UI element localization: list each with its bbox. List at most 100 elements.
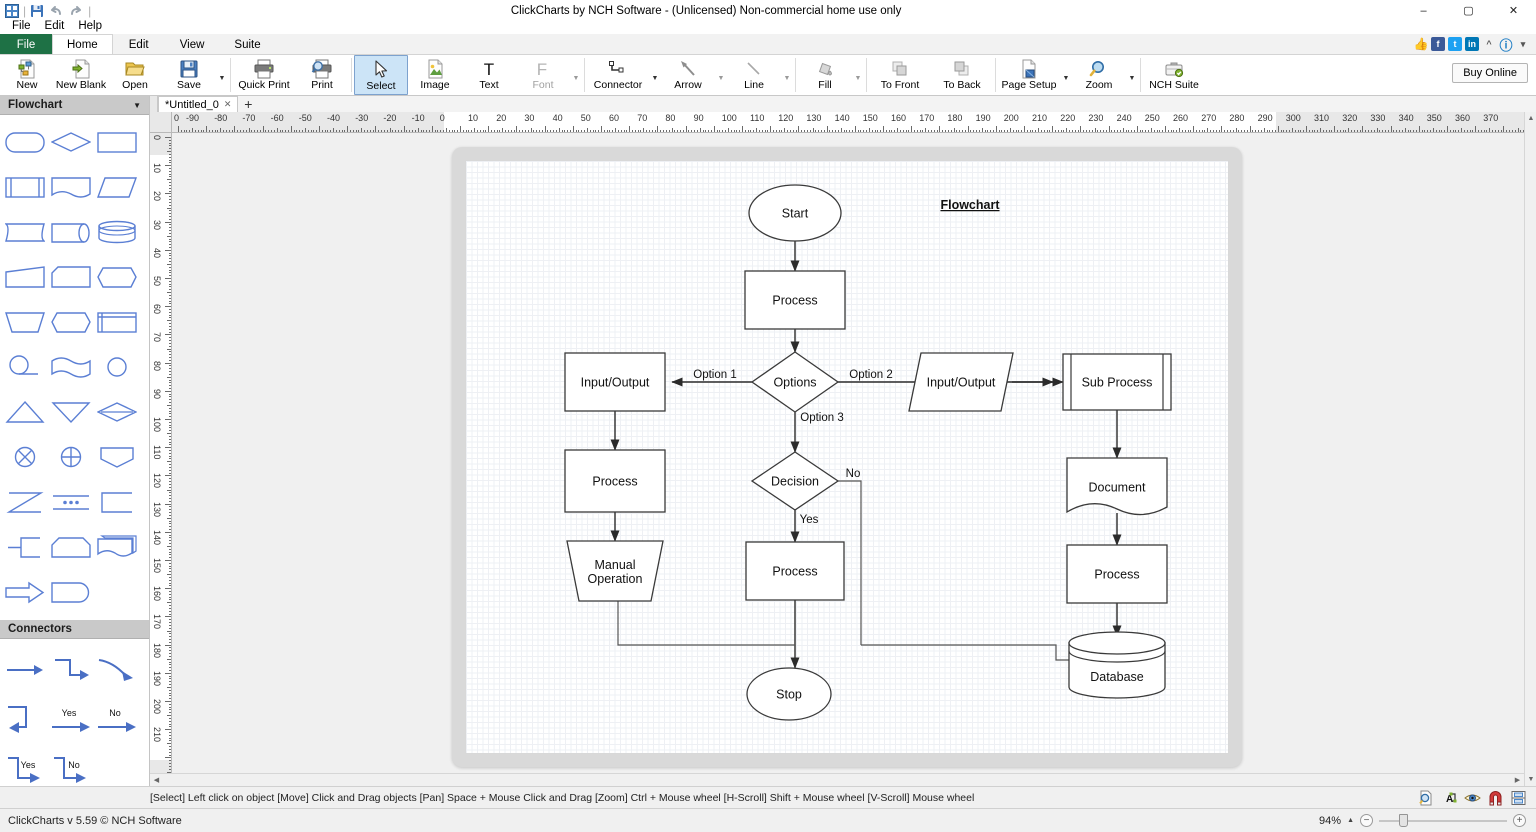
shape-internal-storage[interactable] xyxy=(94,299,140,344)
tool-arrow[interactable]: Arrow xyxy=(661,55,715,95)
connector-curved-arrow[interactable] xyxy=(94,645,140,695)
flowchart-diagram[interactable]: Start Process Options Input/Output Input/Out… xyxy=(172,133,1524,773)
shape-predefined-process[interactable] xyxy=(2,164,48,209)
vertical-scrollbar[interactable]: ▲ ▼ xyxy=(1524,112,1536,786)
tool-page-setup[interactable]: Page Setup xyxy=(998,55,1060,95)
tab-suite[interactable]: Suite xyxy=(219,34,275,54)
connector-no-arrow[interactable]: No xyxy=(94,695,140,745)
shape-terminal[interactable] xyxy=(48,524,94,569)
tool-quick-print[interactable]: Quick Print xyxy=(233,55,295,95)
shape-rounded-rectangle[interactable] xyxy=(2,119,48,164)
close-icon[interactable]: ✕ xyxy=(224,99,232,110)
tool-open[interactable]: Open xyxy=(108,55,162,95)
scroll-left-icon[interactable]: ◀ xyxy=(150,774,163,787)
shape-manual-input-circle[interactable] xyxy=(2,344,48,389)
chevron-down-icon[interactable]: ▼ xyxy=(133,101,141,110)
horizontal-ruler[interactable]: 0 -90 -80 -70 -60 -50 -40 -30 -20 -10 0 10 20 30 40 50 6… xyxy=(172,112,1524,133)
buy-online-button[interactable]: Buy Online xyxy=(1452,63,1528,83)
tool-new-blank[interactable]: New Blank xyxy=(54,55,108,95)
tool-line[interactable]: Line xyxy=(727,55,781,95)
shape-circle-x[interactable] xyxy=(2,434,48,479)
document-tab-untitled-0[interactable]: *Untitled_0 ✕ xyxy=(158,96,239,112)
font-dropdown-arrow[interactable]: ▼ xyxy=(570,55,582,95)
shape-hexagon[interactable] xyxy=(94,254,140,299)
facebook-icon[interactable]: f xyxy=(1431,37,1445,51)
connector-elbow-down-arrow[interactable] xyxy=(48,645,94,695)
show-hide-eye-icon[interactable] xyxy=(1462,789,1482,807)
zoom-page-icon[interactable] xyxy=(1416,789,1436,807)
shape-tape[interactable] xyxy=(2,209,48,254)
linkedin-icon[interactable]: in xyxy=(1465,37,1479,51)
help-icon[interactable]: ⓘ xyxy=(1499,37,1513,53)
canvas-area[interactable]: Start Process Options Input/Output Input/Out… xyxy=(172,133,1524,773)
tab-view[interactable]: View xyxy=(165,34,220,54)
tool-fill[interactable]: Fill xyxy=(798,55,852,95)
connector-no-elbow[interactable]: No xyxy=(48,745,94,786)
tool-to-front[interactable]: To Front xyxy=(869,55,931,95)
menu-file[interactable]: File xyxy=(5,19,38,33)
zoom-slider[interactable] xyxy=(1379,814,1507,827)
menu-edit[interactable]: Edit xyxy=(38,19,72,33)
shape-dots[interactable] xyxy=(48,479,94,524)
shape-pentagon-down[interactable] xyxy=(94,434,140,479)
scroll-down-icon[interactable]: ▼ xyxy=(1525,773,1536,786)
shape-triangle-up[interactable] xyxy=(2,389,48,434)
snap-object-icon[interactable]: A xyxy=(1439,789,1459,807)
shape-circle-plus[interactable] xyxy=(48,434,94,479)
shape-preparation[interactable] xyxy=(48,299,94,344)
zoom-caret-icon[interactable]: ▲ xyxy=(1347,817,1354,824)
shape-database[interactable] xyxy=(94,209,140,254)
zoom-slider-thumb[interactable] xyxy=(1399,814,1408,827)
shape-wave[interactable] xyxy=(48,344,94,389)
scroll-right-icon[interactable]: ▶ xyxy=(1511,774,1524,787)
zoom-out-button[interactable]: − xyxy=(1360,814,1373,827)
tool-image[interactable]: Image xyxy=(408,55,462,95)
shape-multi-document[interactable] xyxy=(94,524,140,569)
shape-circle[interactable] xyxy=(94,344,140,389)
tool-zoom[interactable]: Zoom xyxy=(1072,55,1126,95)
shape-hourglass[interactable] xyxy=(2,479,48,524)
tool-text[interactable]: T Text xyxy=(462,55,516,95)
shape-ramp[interactable] xyxy=(2,254,48,299)
tool-new[interactable]: New xyxy=(0,55,54,95)
tool-select[interactable]: Select xyxy=(354,55,408,95)
tool-to-back[interactable]: To Back xyxy=(931,55,993,95)
tool-nch-suite[interactable]: NCH Suite xyxy=(1143,55,1205,95)
horizontal-scrollbar[interactable]: ◀ ▶ xyxy=(150,773,1524,787)
shape-cylinder-horizontal[interactable] xyxy=(48,209,94,254)
tool-connector[interactable]: Connector xyxy=(587,55,649,95)
arrow-dropdown-arrow[interactable]: ▼ xyxy=(715,55,727,95)
tool-font[interactable]: F Font xyxy=(516,55,570,95)
shape-trapezoid[interactable] xyxy=(2,299,48,344)
connector-elbow-right-down[interactable] xyxy=(2,695,48,745)
zoom-dropdown-arrow[interactable]: ▼ xyxy=(1126,55,1138,95)
align-grid-icon[interactable] xyxy=(1508,789,1528,807)
vertical-ruler[interactable]: 0 10 20 30 40 50 60 70 80 90 100 110 120 130 140 150 160… xyxy=(150,133,172,773)
tab-file[interactable]: File xyxy=(0,34,52,54)
tab-home[interactable]: Home xyxy=(52,34,113,54)
shape-parallelogram[interactable] xyxy=(94,164,140,209)
scroll-up-icon[interactable]: ▲ xyxy=(1525,112,1536,125)
menu-help[interactable]: Help xyxy=(71,19,109,33)
chevron-down-icon[interactable]: ▾ xyxy=(1516,37,1530,51)
connector-yes-arrow[interactable]: Yes xyxy=(48,695,94,745)
zoom-in-button[interactable]: + xyxy=(1513,814,1526,827)
shape-tee-bracket[interactable] xyxy=(2,524,48,569)
connectors-section-header[interactable]: Connectors xyxy=(0,620,149,639)
connector-straight-arrow[interactable] xyxy=(2,645,48,695)
tab-edit[interactable]: Edit xyxy=(113,34,165,54)
page-setup-dropdown-arrow[interactable]: ▼ xyxy=(1060,55,1072,95)
tool-save[interactable]: Save xyxy=(162,55,216,95)
save-dropdown-arrow[interactable]: ▼ xyxy=(216,55,228,95)
shape-arrow-right[interactable] xyxy=(2,569,48,614)
shape-delay[interactable] xyxy=(48,569,94,614)
magnet-snap-icon[interactable] xyxy=(1485,789,1505,807)
shape-rectangle[interactable] xyxy=(94,119,140,164)
shape-hexagon-flat[interactable] xyxy=(94,389,140,434)
shape-card[interactable] xyxy=(48,254,94,299)
shape-triangle-down[interactable] xyxy=(48,389,94,434)
fill-dropdown-arrow[interactable]: ▼ xyxy=(852,55,864,95)
line-dropdown-arrow[interactable]: ▼ xyxy=(781,55,793,95)
tool-print[interactable]: Print xyxy=(295,55,349,95)
shape-bracket-left[interactable] xyxy=(94,479,140,524)
